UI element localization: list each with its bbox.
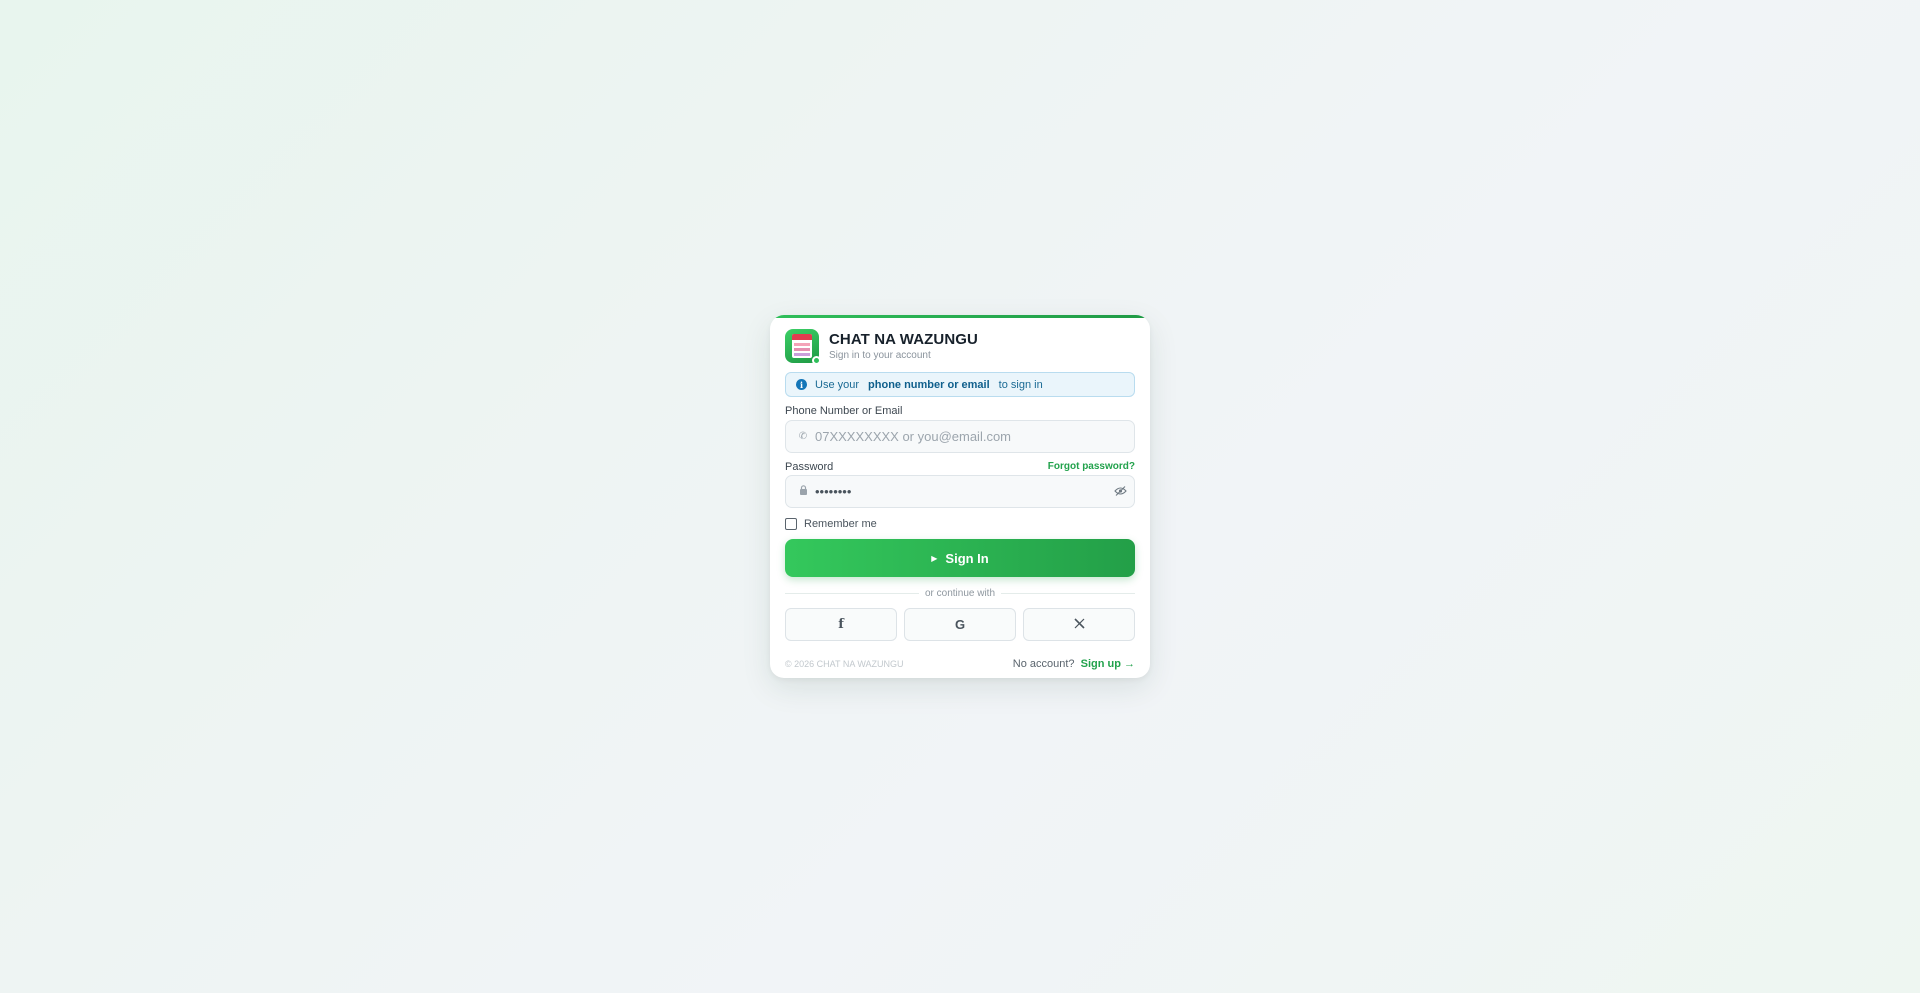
- info-highlight: phone number or email: [868, 378, 990, 391]
- no-account-label: No account?: [1012, 658, 1075, 670]
- info-banner: i Use your phone number or email to sign…: [785, 372, 1135, 397]
- password-label: Password: [785, 461, 834, 473]
- identifier-input[interactable]: [815, 429, 1134, 444]
- x-icon: [1073, 617, 1085, 632]
- divider: or continue with: [785, 586, 1136, 600]
- title-block: CHAT NA WAZUNGU Sign in to your account: [829, 331, 978, 361]
- card-accent-bar: [770, 315, 1150, 318]
- password-input[interactable]: [815, 484, 1106, 499]
- info-icon: i: [796, 379, 807, 390]
- play-icon: ▶: [931, 553, 938, 563]
- sign-in-button[interactable]: ▶ Sign In: [785, 539, 1135, 577]
- password-field: [785, 475, 1135, 508]
- card-header: CHAT NA WAZUNGU Sign in to your account: [785, 329, 978, 365]
- forgot-password-link[interactable]: Forgot password?: [1048, 461, 1135, 472]
- sign-in-label: Sign In: [945, 550, 989, 566]
- remember-me-checkbox[interactable]: [785, 518, 797, 530]
- app-title: CHAT NA WAZUNGU: [829, 331, 978, 348]
- social-login-row: f G: [785, 608, 1135, 641]
- identifier-field: ✆: [785, 420, 1135, 453]
- lock-icon: [796, 485, 810, 498]
- info-suffix: to sign in: [998, 378, 1043, 391]
- app-logo: [785, 329, 821, 365]
- login-card: CHAT NA WAZUNGU Sign in to your account …: [770, 315, 1150, 678]
- remember-me-row: Remember me: [785, 518, 877, 530]
- card-footer: © 2026 CHAT NA WAZUNGU No account? Sign …: [785, 658, 1135, 670]
- identifier-label: Phone Number or Email: [785, 405, 903, 417]
- facebook-login-button[interactable]: f: [785, 608, 897, 641]
- toggle-password-visibility-icon[interactable]: [1106, 485, 1134, 499]
- app-subtitle: Sign in to your account: [829, 350, 931, 361]
- logo-mark: [792, 334, 812, 358]
- x-login-button[interactable]: [1023, 608, 1135, 641]
- divider-label: or continue with: [924, 587, 996, 599]
- copyright-text: © 2026 CHAT NA WAZUNGU: [785, 659, 904, 669]
- google-login-button[interactable]: G: [904, 608, 1016, 641]
- online-status-dot: [812, 356, 821, 365]
- remember-me-label: Remember me: [804, 518, 877, 530]
- phone-icon: ✆: [798, 431, 808, 442]
- sign-up-link[interactable]: Sign up →: [1081, 658, 1135, 670]
- google-icon: G: [954, 617, 966, 632]
- no-account-text: No account? Sign up →: [1013, 658, 1135, 670]
- facebook-icon: f: [838, 617, 844, 632]
- info-prefix: Use your: [815, 378, 860, 391]
